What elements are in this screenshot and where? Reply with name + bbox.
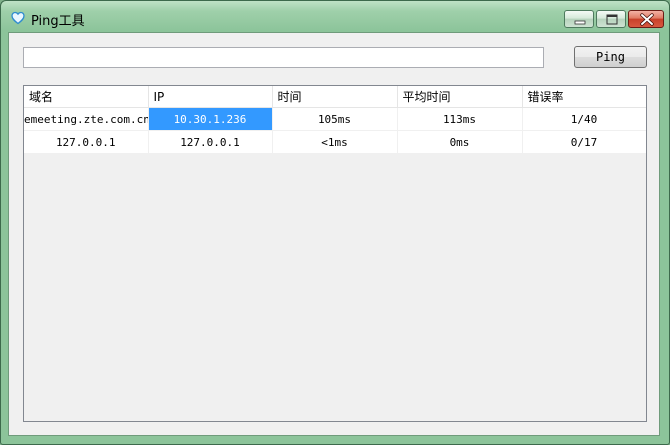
cell-avg-time[interactable]: 0ms: [397, 130, 523, 154]
column-header-time[interactable]: 时间: [272, 86, 398, 108]
column-header-domain[interactable]: 域名: [24, 86, 149, 108]
table-row[interactable]: 127.0.0.1 127.0.0.1 <1ms 0ms 0/17: [24, 130, 646, 154]
cell-ip[interactable]: 127.0.0.1: [148, 130, 273, 154]
minimize-icon: [574, 20, 586, 25]
cell-domain[interactable]: 127.0.0.1: [24, 130, 149, 154]
column-header-avg-time[interactable]: 平均时间: [397, 86, 523, 108]
cell-error-rate[interactable]: 1/40: [522, 107, 646, 131]
column-header-error-rate[interactable]: 错误率: [522, 86, 646, 108]
cell-ip-selected[interactable]: 10.30.1.236: [148, 107, 273, 131]
results-listview[interactable]: 域名 IP 时间 平均时间 错误率 emeeting.zte.com.cn 10…: [23, 85, 647, 422]
table-row[interactable]: emeeting.zte.com.cn 10.30.1.236 105ms 11…: [24, 107, 646, 131]
client-area: Ping 域名 IP 时间 平均时间 错误率 emeeting.zte.com.…: [8, 32, 660, 436]
maximize-icon: [606, 14, 618, 25]
maximize-button[interactable]: [596, 10, 626, 28]
results-table: 域名 IP 时间 平均时间 错误率 emeeting.zte.com.cn 10…: [24, 86, 646, 154]
app-heart-icon: [11, 11, 25, 25]
window-title: Ping工具: [31, 14, 85, 29]
cell-domain[interactable]: emeeting.zte.com.cn: [24, 107, 149, 131]
header-row: 域名 IP 时间 平均时间 错误率: [24, 86, 646, 108]
cell-time[interactable]: <1ms: [272, 130, 398, 154]
cell-error-rate[interactable]: 0/17: [522, 130, 646, 154]
app-window: Ping工具 Ping 域名 IP 时间 平均时间 错误率 emeeting.z…: [0, 0, 670, 445]
ping-button[interactable]: Ping: [574, 46, 647, 68]
host-input[interactable]: [23, 47, 544, 68]
close-button[interactable]: [628, 10, 664, 28]
cell-time[interactable]: 105ms: [272, 107, 398, 131]
column-header-ip[interactable]: IP: [148, 86, 273, 108]
close-icon: [640, 13, 654, 26]
cell-avg-time[interactable]: 113ms: [397, 107, 523, 131]
minimize-button[interactable]: [564, 10, 594, 28]
title-bar[interactable]: Ping工具: [1, 1, 669, 33]
